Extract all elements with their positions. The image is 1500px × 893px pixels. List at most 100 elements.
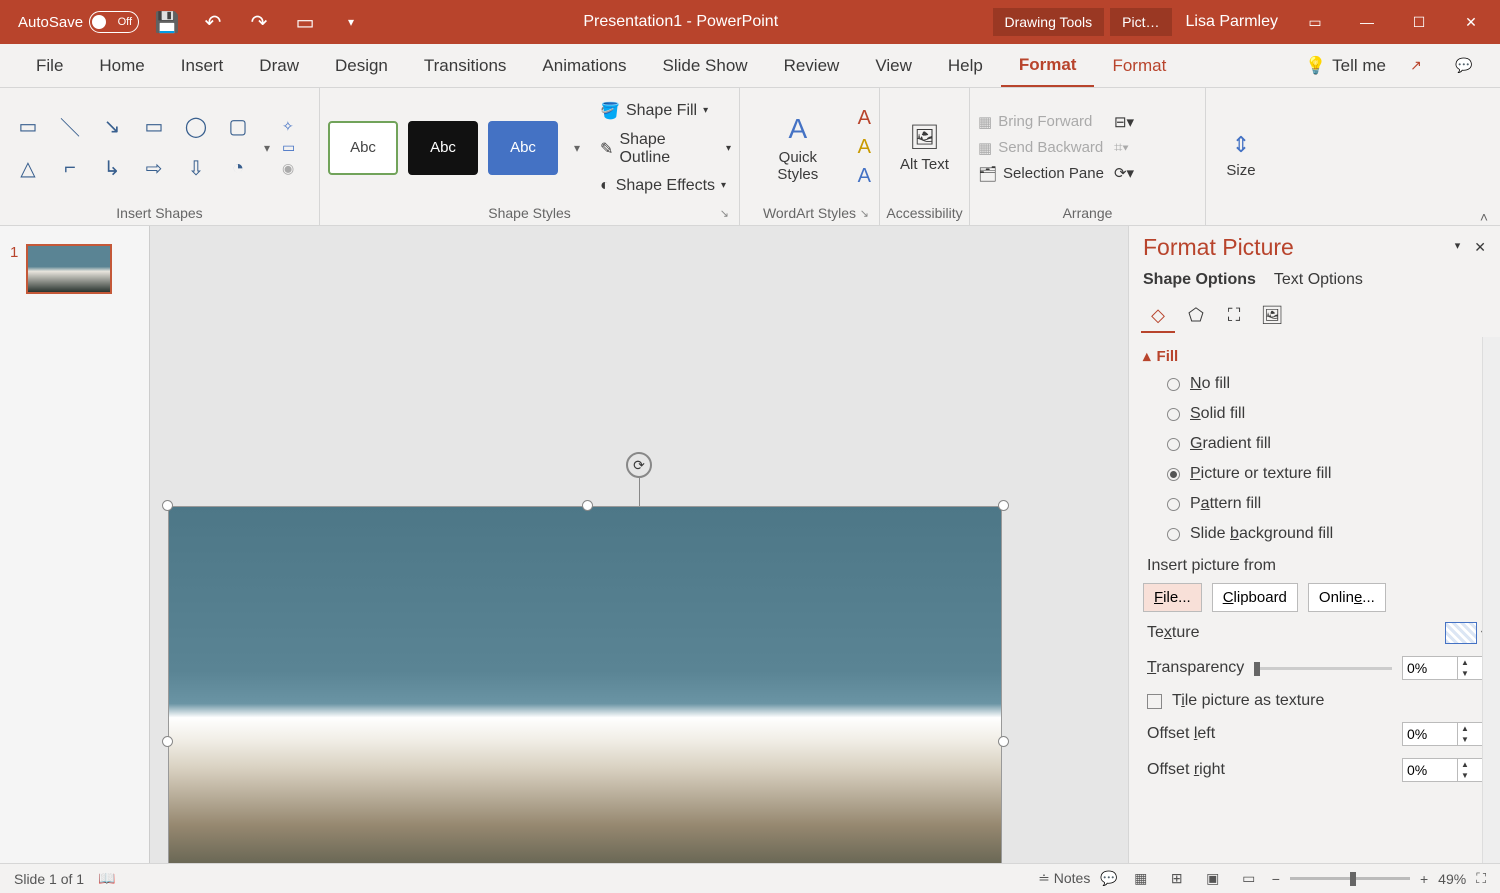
reading-view-icon[interactable]: ▣ <box>1200 868 1226 890</box>
insert-clipboard-button[interactable]: Clipboard <box>1212 583 1298 612</box>
menu-slideshow[interactable]: Slide Show <box>645 46 766 86</box>
style-more-icon[interactable]: ▾ <box>568 141 586 155</box>
draw-textbox-icon[interactable]: ▭ <box>282 139 295 156</box>
tab-text-options[interactable]: Text Options <box>1274 271 1363 289</box>
qat-customize-icon[interactable]: ▾ <box>333 4 369 40</box>
fit-to-window-icon[interactable]: ⛶ <box>1476 870 1486 887</box>
menu-draw[interactable]: Draw <box>241 46 317 86</box>
ribbon-display-icon[interactable]: ▭ <box>1292 0 1338 44</box>
shape-connector-icon[interactable]: ↳ <box>92 149 132 189</box>
slide-thumbnails-panel[interactable]: 1 <box>0 226 150 863</box>
save-icon[interactable]: 💾 <box>149 4 185 40</box>
shape-rounded-rect-icon[interactable]: ▢ <box>218 107 258 147</box>
quick-styles-button[interactable]: A Quick Styles <box>748 109 848 187</box>
size-props-icon[interactable]: ⛶ <box>1217 299 1251 333</box>
rotate-icon[interactable]: ⟳▾ <box>1114 164 1134 182</box>
zoom-level[interactable]: 49% <box>1438 871 1466 887</box>
shape-outline-button[interactable]: ✎Shape Outline▾ <box>600 131 731 167</box>
offset-right-spinner[interactable]: ▲▼ <box>1402 758 1486 782</box>
picture-tab-icon[interactable]: 🖼 <box>1255 299 1289 333</box>
transparency-slider[interactable] <box>1254 667 1392 670</box>
menu-design[interactable]: Design <box>317 46 406 86</box>
texture-picker[interactable]: ▾ <box>1445 622 1486 644</box>
shape-fill-button[interactable]: 🪣Shape Fill▾ <box>600 101 731 121</box>
tell-me[interactable]: 💡 Tell me <box>1305 56 1386 76</box>
shape-elbow-icon[interactable]: ⌐ <box>50 149 90 189</box>
shape-rectangle-icon[interactable]: ▭ <box>134 107 174 147</box>
slideshow-start-icon[interactable]: ▭ <box>287 4 323 40</box>
spellcheck-icon[interactable]: 📖 <box>98 870 115 887</box>
shapes-gallery[interactable]: ▭ ＼ ↘ ▭ ◯ ▢ △ ⌐ ↳ ⇨ ⇩ ◔ <box>8 107 258 189</box>
pane-close-icon[interactable]: ✕ <box>1474 239 1486 256</box>
shapes-more-icon[interactable]: ▾ <box>264 141 270 155</box>
resize-handle-l[interactable] <box>162 736 173 747</box>
context-tab-picture[interactable]: Pict… <box>1110 8 1171 36</box>
menu-file[interactable]: File <box>18 46 81 86</box>
shape-arrow-right-icon[interactable]: ⇨ <box>134 149 174 189</box>
maximize-icon[interactable]: ☐ <box>1396 0 1442 44</box>
text-effects-icon[interactable]: A <box>858 165 871 188</box>
user-name[interactable]: Lisa Parmley <box>1178 13 1286 31</box>
style-swatch-1[interactable]: Abc <box>328 121 398 175</box>
tile-checkbox[interactable] <box>1147 694 1162 709</box>
comments-icon[interactable]: 💬 <box>1446 48 1482 84</box>
text-outline-icon[interactable]: A <box>858 136 871 159</box>
fill-line-icon[interactable]: ◇ <box>1141 299 1175 333</box>
style-swatch-3[interactable]: Abc <box>488 121 558 175</box>
context-tab-drawing[interactable]: Drawing Tools <box>993 8 1105 36</box>
zoom-out-icon[interactable]: − <box>1272 871 1280 887</box>
menu-review[interactable]: Review <box>766 46 858 86</box>
fill-section-header[interactable]: ▴Fill <box>1143 343 1486 369</box>
notes-button[interactable]: ≐ Notes <box>1038 870 1090 887</box>
rotate-handle-icon[interactable]: ⟳ <box>626 452 652 478</box>
slide-counter[interactable]: Slide 1 of 1 <box>14 871 84 887</box>
close-icon[interactable]: ✕ <box>1448 0 1494 44</box>
shape-arrow-line-icon[interactable]: ↘ <box>92 107 132 147</box>
comments-status-icon[interactable]: 💬 <box>1100 870 1117 887</box>
menu-transitions[interactable]: Transitions <box>406 46 525 86</box>
pane-options-icon[interactable]: ▾ <box>1455 239 1461 256</box>
slideshow-view-icon[interactable]: ▭ <box>1236 868 1262 890</box>
resize-handle-tr[interactable] <box>998 500 1009 511</box>
radio-solid-fill[interactable]: Solid fill <box>1143 399 1486 429</box>
align-icon[interactable]: ⊟▾ <box>1114 113 1134 131</box>
normal-view-icon[interactable]: ▦ <box>1128 868 1154 890</box>
undo-icon[interactable]: ↶ <box>195 4 231 40</box>
collapse-ribbon-icon[interactable]: ˄ <box>1468 209 1500 225</box>
shape-styles-launcher-icon[interactable]: ↘ <box>720 207 729 220</box>
tab-shape-options[interactable]: Shape Options <box>1143 271 1256 289</box>
radio-slide-bg-fill[interactable]: Slide background fill <box>1143 519 1486 549</box>
radio-no-fill[interactable]: No fill <box>1143 369 1486 399</box>
menu-insert[interactable]: Insert <box>163 46 242 86</box>
shape-textbox-icon[interactable]: ▭ <box>8 107 48 147</box>
redo-icon[interactable]: ↷ <box>241 4 277 40</box>
radio-picture-fill[interactable]: Picture or texture fill <box>1143 459 1486 489</box>
menu-home[interactable]: Home <box>81 46 162 86</box>
edit-shape-icon[interactable]: ✧ <box>282 118 295 135</box>
insert-file-button[interactable]: File... <box>1143 583 1202 612</box>
share-icon[interactable]: ↗ <box>1398 48 1434 84</box>
resize-handle-r[interactable] <box>998 736 1009 747</box>
merge-shapes-icon[interactable]: ◉ <box>282 160 295 177</box>
resize-handle-tl[interactable] <box>162 500 173 511</box>
shape-arrow-down-icon[interactable]: ⇩ <box>176 149 216 189</box>
radio-gradient-fill[interactable]: Gradient fill <box>1143 429 1486 459</box>
offset-left-spinner[interactable]: ▲▼ <box>1402 722 1486 746</box>
autosave-toggle[interactable]: AutoSave Off <box>18 11 139 33</box>
shape-triangle-icon[interactable]: △ <box>8 149 48 189</box>
effects-tab-icon[interactable]: ⬠ <box>1179 299 1213 333</box>
slide-thumb-image[interactable] <box>26 244 112 294</box>
shape-line-icon[interactable]: ＼ <box>50 107 90 147</box>
zoom-slider[interactable] <box>1290 877 1410 880</box>
shape-style-gallery[interactable]: Abc Abc Abc ▾ <box>328 121 586 175</box>
slide-canvas-area[interactable]: ⟳ <box>150 226 1128 863</box>
text-fill-icon[interactable]: A <box>858 107 871 130</box>
wordart-launcher-icon[interactable]: ↘ <box>860 207 869 220</box>
shape-oval-icon[interactable]: ◯ <box>176 107 216 147</box>
menu-format-picture[interactable]: Format <box>1094 46 1184 86</box>
insert-online-button[interactable]: Online... <box>1308 583 1386 612</box>
menu-animations[interactable]: Animations <box>524 46 644 86</box>
menu-format-drawing[interactable]: Format <box>1001 45 1095 87</box>
selected-picture[interactable] <box>168 506 1002 863</box>
radio-pattern-fill[interactable]: Pattern fill <box>1143 489 1486 519</box>
